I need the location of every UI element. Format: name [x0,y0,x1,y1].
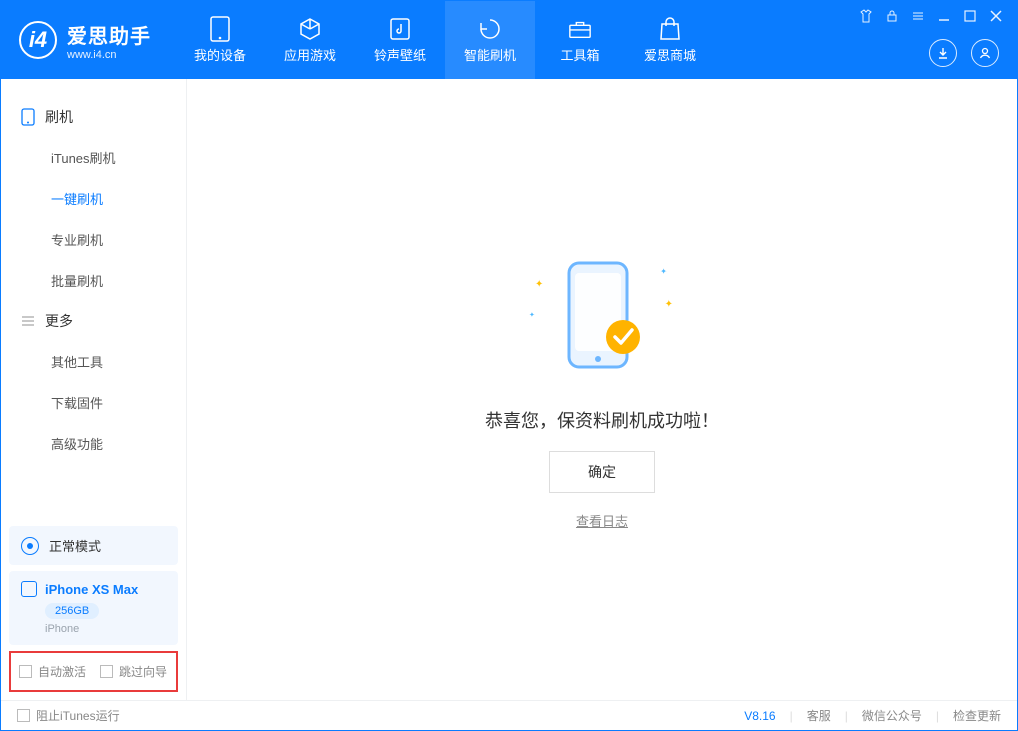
refresh-icon [478,17,502,41]
sparkle-icon: ✦ [665,299,673,310]
tab-label: 我的设备 [194,45,246,64]
tab-my-device[interactable]: 我的设备 [175,1,265,79]
sidebar-item-batch-flash[interactable]: 批量刷机 [1,260,186,301]
user-icon[interactable] [971,39,999,67]
version-label: V8.16 [744,709,775,723]
nav-tabs: 我的设备 应用游戏 铃声壁纸 智能刷机 工具箱 爱思商城 [175,1,715,79]
checkbox-label: 跳过向导 [119,663,167,680]
checkbox-auto-activate[interactable]: 自动激活 [19,663,86,680]
sidebar-item-download-firmware[interactable]: 下载固件 [1,382,186,423]
list-icon [21,314,35,328]
view-log-link[interactable]: 查看日志 [576,511,628,530]
window-controls [857,7,1005,25]
app-subtitle: www.i4.cn [67,49,151,61]
tab-store[interactable]: 爱思商城 [625,1,715,79]
tab-ringtones[interactable]: 铃声壁纸 [355,1,445,79]
bag-icon [658,17,682,41]
success-message: 恭喜您，保资料刷机成功啦！ [485,407,719,433]
sidebar-group-label: 刷机 [45,107,73,127]
music-file-icon [388,17,412,41]
logo-icon: i4 [19,21,57,59]
device-capacity: 256GB [45,603,99,619]
close-button[interactable] [987,7,1005,25]
phone-icon [21,108,35,126]
sidebar-item-other-tools[interactable]: 其他工具 [1,341,186,382]
separator: | [790,709,793,723]
checkbox-label: 阻止iTunes运行 [36,707,120,724]
main-content: ✦ ✦ ✦ ✦ 恭喜您，保资料刷机成功啦！ 确定 查看日志 [187,79,1017,700]
sidebar-item-oneclick-flash[interactable]: 一键刷机 [1,178,186,219]
checkbox-icon [19,665,32,678]
sparkle-icon: ✦ [535,279,543,290]
cube-icon [298,17,322,41]
mode-label: 正常模式 [49,536,101,555]
tab-toolbox[interactable]: 工具箱 [535,1,625,79]
ok-button[interactable]: 确定 [549,451,655,493]
minimize-button[interactable] [935,7,953,25]
checkbox-label: 自动激活 [38,663,86,680]
checkbox-icon [17,709,30,722]
mode-icon [21,537,39,555]
app-header: i4 爱思助手 www.i4.cn 我的设备 应用游戏 铃声壁纸 智能刷机 工具… [1,1,1017,79]
phone-success-icon [563,259,641,379]
logo-area: i4 爱思助手 www.i4.cn [1,1,167,79]
sidebar: 刷机 iTunes刷机 一键刷机 专业刷机 批量刷机 更多 其他工具 下载固件 … [1,79,187,700]
checkbox-icon [100,665,113,678]
sidebar-item-pro-flash[interactable]: 专业刷机 [1,219,186,260]
device-type: iPhone [45,623,166,635]
sparkle-icon: ✦ [529,311,535,319]
tab-label: 智能刷机 [464,45,516,64]
support-link[interactable]: 客服 [807,707,831,724]
update-link[interactable]: 检查更新 [953,707,1001,724]
tab-label: 铃声壁纸 [374,45,426,64]
options-box: 自动激活 跳过向导 [9,651,178,692]
wechat-link[interactable]: 微信公众号 [862,707,922,724]
header-action-icons [929,39,999,67]
maximize-button[interactable] [961,7,979,25]
toolbox-icon [568,17,592,41]
menu-icon[interactable] [909,7,927,25]
tab-label: 爱思商城 [644,45,696,64]
tab-smart-flash[interactable]: 智能刷机 [445,1,535,79]
tab-apps-games[interactable]: 应用游戏 [265,1,355,79]
device-card[interactable]: iPhone XS Max 256GB iPhone [9,571,178,645]
checkbox-skip-guide[interactable]: 跳过向导 [100,663,167,680]
device-name: iPhone XS Max [45,582,138,597]
sidebar-group-more[interactable]: 更多 [1,301,186,341]
download-icon[interactable] [929,39,957,67]
app-title: 爱思助手 [67,20,151,49]
tab-label: 应用游戏 [284,45,336,64]
lock-icon[interactable] [883,7,901,25]
separator: | [845,709,848,723]
mode-card[interactable]: 正常模式 [9,526,178,565]
sparkle-icon: ✦ [660,267,667,276]
sidebar-group-label: 更多 [45,311,73,331]
sidebar-item-advanced[interactable]: 高级功能 [1,423,186,464]
separator: | [936,709,939,723]
device-phone-icon [21,581,37,597]
status-bar: 阻止iTunes运行 V8.16 | 客服 | 微信公众号 | 检查更新 [1,700,1017,730]
sidebar-group-flash[interactable]: 刷机 [1,97,186,137]
device-icon [208,17,232,41]
checkbox-block-itunes[interactable]: 阻止iTunes运行 [17,707,120,724]
success-illustration: ✦ ✦ ✦ ✦ [547,249,657,389]
tab-label: 工具箱 [560,45,599,64]
sidebar-item-itunes-flash[interactable]: iTunes刷机 [1,137,186,178]
shirt-icon[interactable] [857,7,875,25]
